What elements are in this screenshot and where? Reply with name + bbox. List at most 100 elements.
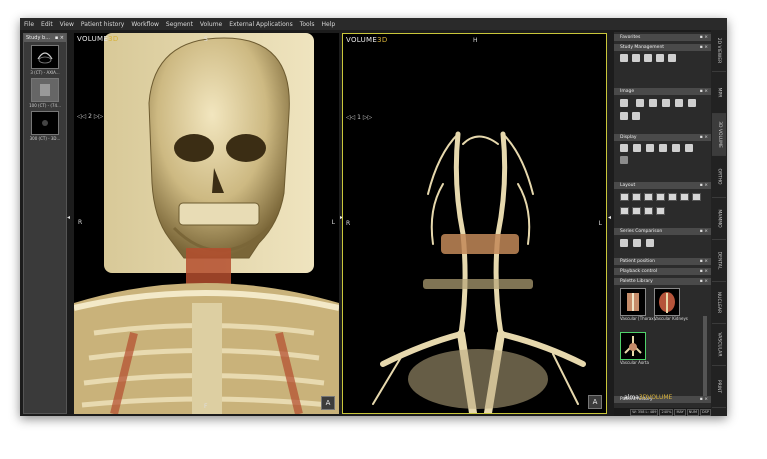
series-label: 3 (CT) - AXIA... [30,70,60,75]
tab-dental[interactable]: DENTAL [712,240,726,282]
tab-nuclear[interactable]: NUCLEAR [712,282,726,324]
cube-outline-icon[interactable] [646,144,654,152]
palette-label: Vascular [Thorax] [620,316,656,321]
link-series-icon[interactable] [620,239,628,247]
export-study-icon[interactable] [656,54,664,62]
palette-scrollbar[interactable] [703,316,707,396]
mask-icon[interactable] [620,156,628,164]
tab-3d-volume[interactable]: 3D VOLUME [712,114,726,156]
series-thumbnail[interactable] [31,111,59,135]
menu-help[interactable]: Help [321,21,335,28]
section-palette-library[interactable]: Palette Library ▪ × [614,278,711,285]
info-icon[interactable] [672,144,680,152]
status-window-level: W: 358 L: 489 [630,408,659,416]
layout-custom-icon[interactable] [644,207,653,215]
tab-2d-viewer[interactable]: 2D VIEWER [712,30,726,72]
send-study-icon[interactable] [644,54,652,62]
orientation-left: R [346,220,351,227]
section-study-management[interactable]: Study Management ▪ × [614,44,711,51]
folder-icon[interactable] [668,54,676,62]
tool-panel: Favorites ▪ × Study Management ▪ × Image ▪ … [614,32,711,414]
sync-series-icon[interactable] [646,239,654,247]
section-playback-control[interactable]: Playback control ▪ × [614,268,711,275]
layout-2x1-icon[interactable] [644,193,653,201]
series-thumbnail[interactable] [31,78,59,102]
layout-3x1-icon[interactable] [668,193,677,201]
menu-tools[interactable]: Tools [300,21,315,28]
menu-view[interactable]: View [60,21,74,28]
orientation-top: S [204,36,208,43]
zoom-icon[interactable] [662,99,670,107]
series-label: 100 (CT) - (74... [29,103,61,108]
rotate-icon[interactable] [636,99,644,107]
section-series-comparison[interactable]: Series Comparison ▪ × [614,228,711,235]
tab-vascular[interactable]: VASCULAR [712,324,726,366]
viewport-title: VOLUME3D [346,36,388,44]
menu-workflow[interactable]: Workflow [131,21,159,28]
cube-cut-icon[interactable] [659,144,667,152]
menu-bar: File Edit View Patient history Workflow … [20,18,727,30]
palette-thumbnail[interactable] [654,288,680,316]
study-browser-controls[interactable]: ▪ × [55,35,64,41]
layout-custom-alt-icon[interactable] [656,207,665,215]
status-dsp: DSP [699,408,711,416]
orientation-left: R [78,219,83,226]
status-bar: W: 358 L: 489 240% MAY NUM DSP [614,408,711,416]
menu-segment[interactable]: Segment [166,21,193,28]
grid-icon[interactable] [685,144,693,152]
menu-file[interactable]: File [24,21,34,28]
layout-mpr-icon[interactable] [620,207,629,215]
alma-logo: alma3DVOLUME [624,394,673,401]
layout-1x1-icon[interactable] [620,193,629,201]
section-patient-position[interactable]: Patient position ▪ × [614,258,711,265]
section-display[interactable]: Display ▪ × [614,134,711,141]
layout-2x2-icon[interactable] [656,193,665,201]
annotation-button[interactable]: A [588,395,602,409]
orientation-right: L [331,219,335,226]
display-mode-icon[interactable] [620,144,628,152]
layout-mpr-alt-icon[interactable] [632,207,641,215]
status-num: NUM [686,408,699,416]
application-window: File Edit View Patient history Workflow … [20,18,727,416]
window-level-icon[interactable] [620,99,628,107]
orientation-top: H [473,37,478,44]
tab-print[interactable]: PRINT [712,366,726,408]
open-study-icon[interactable] [620,54,628,62]
print-icon[interactable] [620,112,628,120]
compare-series-icon[interactable] [633,239,641,247]
section-image[interactable]: Image ▪ × [614,88,711,95]
snapshot-icon[interactable] [688,99,696,107]
tab-mammo[interactable]: MAMMO [712,198,726,240]
series-label: 300 (CT) - 3D... [29,136,61,141]
menu-patient-history[interactable]: Patient history [81,21,124,28]
orientation-right: L [598,220,602,227]
status-caps: MAY [674,408,686,416]
layout-3x2-icon[interactable] [680,193,689,201]
tab-ortho[interactable]: ORTHO [712,156,726,198]
annotation-button[interactable]: A [321,396,335,410]
flip-icon[interactable] [632,112,640,120]
section-layout[interactable]: Layout ▪ × [614,182,711,189]
palette-thumbnail-selected[interactable] [620,332,646,360]
menu-volume[interactable]: Volume [200,21,222,28]
collapse-arrow-icon[interactable]: ◂ [67,214,70,221]
viewport-right[interactable]: VOLUME3D H R L ◁◁ 1 ▷▷ A [342,33,607,414]
menu-external-applications[interactable]: External Applications [229,21,292,28]
copy-study-icon[interactable] [632,54,640,62]
study-browser-title: Study b... [26,35,50,41]
section-favorites[interactable]: Favorites ▪ × [614,34,711,41]
menu-edit[interactable]: Edit [41,21,53,28]
pan-hand-icon[interactable] [649,99,657,107]
panel-collapse-arrow-icon[interactable]: ◂ [608,214,611,221]
tab-mpr[interactable]: MPR [712,72,726,114]
module-tabs: 2D VIEWER MPR 3D VOLUME ORTHO MAMMO DENT… [711,30,727,416]
fit-to-screen-icon[interactable] [675,99,683,107]
series-thumbnail[interactable] [31,45,59,69]
cube-icon[interactable] [633,144,641,152]
palette-thumbnail[interactable] [620,288,646,316]
viewport-left[interactable]: VOLUME3D S R L F ◁◁ 2 ▷▷ A [74,33,339,414]
layout-1x2-icon[interactable] [632,193,641,201]
series-navigator[interactable]: ◁◁ 2 ▷▷ [77,113,103,120]
layout-4x2-icon[interactable] [692,193,701,201]
series-navigator[interactable]: ◁◁ 1 ▷▷ [346,114,372,121]
